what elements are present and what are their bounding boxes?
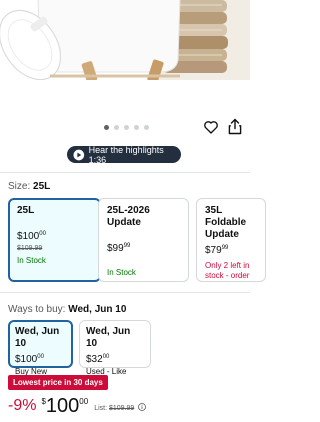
- size-option-name: 35L Foldable Update: [205, 205, 247, 240]
- size-option-price: $7999: [205, 245, 229, 256]
- carousel-dot[interactable]: [144, 125, 149, 130]
- ways-label: Ways to buy:: [8, 304, 66, 315]
- carousel-dot[interactable]: [114, 125, 119, 130]
- buy-option-used[interactable]: Wed, Jun 10 $3200 Used - Like New: [79, 320, 151, 386]
- buy-option-new[interactable]: Wed, Jun 10 $10000 Buy New: [8, 320, 73, 376]
- image-carousel-dots[interactable]: [104, 125, 149, 130]
- size-option-price: $10000: [17, 231, 46, 242]
- product-image[interactable]: [0, 0, 250, 80]
- size-selection-label: Size: 25L: [8, 181, 50, 192]
- carousel-dot[interactable]: [124, 125, 129, 130]
- size-option-35l-foldable[interactable]: 35L Foldable Update $7999 Only 2 left in…: [196, 198, 266, 282]
- carousel-dot[interactable]: [104, 125, 109, 130]
- size-option-availability: In Stock: [17, 256, 46, 265]
- divider: [0, 172, 250, 173]
- heart-icon[interactable]: [203, 119, 219, 135]
- discount-percent: -9%: [8, 397, 37, 414]
- size-option-name: 25L: [17, 205, 35, 216]
- buy-option-date: Wed, Jun 10: [15, 326, 60, 349]
- size-option-name: 25L-2026 Update: [107, 205, 150, 228]
- size-value: 25L: [33, 181, 51, 192]
- highlights-label: Hear the highlights 1:36: [88, 144, 164, 165]
- hear-highlights-button[interactable]: Hear the highlights 1:36: [67, 144, 181, 165]
- carousel-dot[interactable]: [134, 125, 139, 130]
- current-price: $100 00: [41, 395, 89, 417]
- size-option-25l-2026-update[interactable]: 25L-2026 Update $9999 In Stock: [98, 198, 189, 282]
- deal-badge: Lowest price in 30 days: [8, 375, 108, 390]
- buy-option-price: $10000: [15, 354, 44, 365]
- size-option-availability: In Stock: [107, 268, 136, 277]
- buy-option-date: Wed, Jun 10: [86, 326, 131, 349]
- price-row: -9% $100 00 List: $109.99: [8, 395, 147, 417]
- size-label: Size:: [8, 181, 31, 192]
- size-option-list-price: $109.99: [17, 245, 43, 252]
- ways-value: Wed, Jun 10: [68, 304, 127, 315]
- divider: [0, 292, 250, 293]
- size-option-price: $9999: [107, 243, 131, 254]
- size-option-25l[interactable]: 25L $10000 $109.99 In Stock: [8, 198, 101, 282]
- share-icon[interactable]: [228, 118, 242, 135]
- play-icon: [73, 149, 85, 160]
- buy-option-price: $3200: [86, 354, 110, 365]
- info-icon[interactable]: [138, 403, 147, 411]
- list-price: List: $109.99: [94, 403, 147, 412]
- ways-to-buy-label: Ways to buy: Wed, Jun 10: [8, 304, 126, 315]
- size-option-availability: Only 2 left in stock - order soon.: [205, 261, 250, 280]
